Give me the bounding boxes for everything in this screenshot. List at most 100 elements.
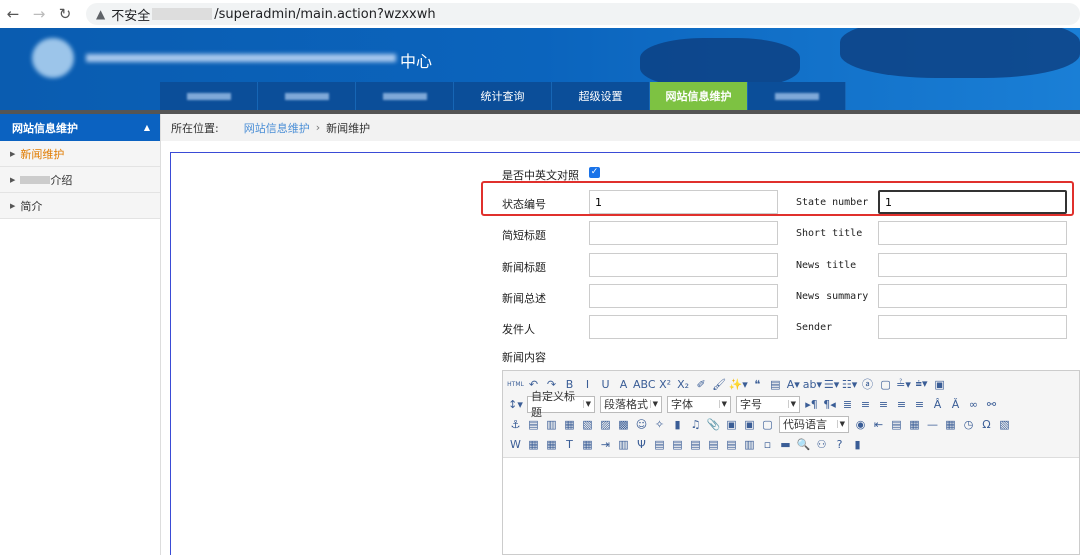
toolbar-button-icon[interactable]: ▧	[579, 416, 596, 433]
toolbar-button-icon[interactable]: Ψ	[633, 436, 650, 453]
editor-content-area[interactable]	[503, 458, 1079, 558]
toolbar-button-icon[interactable]: ≟▾	[895, 376, 912, 393]
toolbar-button-icon[interactable]: W	[507, 436, 524, 453]
toolbar-button-icon[interactable]: ▤	[669, 436, 686, 453]
toolbar-button-icon[interactable]: U	[597, 376, 614, 393]
toolbar-button-icon[interactable]: ≡	[875, 396, 892, 413]
nav-tab[interactable]	[748, 82, 846, 110]
toolbar-dropdown[interactable]: 自定义标题 ▼	[527, 390, 595, 419]
toolbar-button-icon[interactable]: ▦	[579, 436, 596, 453]
toolbar-button-icon[interactable]: ▤	[687, 436, 704, 453]
toolbar-button-icon[interactable]: ▢	[877, 376, 894, 393]
summary-cn-input[interactable]	[589, 284, 778, 308]
toolbar-button-icon[interactable]: ☺	[633, 416, 650, 433]
reload-icon[interactable]: ↻	[52, 5, 78, 23]
nav-tab-site-info[interactable]: 网站信息维护	[650, 82, 748, 110]
toolbar-button-icon[interactable]: ▮	[849, 436, 866, 453]
toolbar-button-icon[interactable]: ▥	[741, 436, 758, 453]
toolbar-button-icon[interactable]: X²	[657, 376, 674, 393]
short-en-input[interactable]	[878, 221, 1067, 245]
sidebar-header[interactable]: 网站信息维护 ▲	[0, 114, 160, 141]
toolbar-button-icon[interactable]: ☷▾	[841, 376, 858, 393]
toolbar-button-icon[interactable]: ◉	[852, 416, 869, 433]
toolbar-button-icon[interactable]: Ω	[978, 416, 995, 433]
toolbar-button-icon[interactable]: ▸¶	[803, 396, 820, 413]
toolbar-button-icon[interactable]: ≡	[857, 396, 874, 413]
forward-icon[interactable]: →	[26, 5, 52, 23]
toolbar-button-icon[interactable]: ▦	[543, 436, 560, 453]
toolbar-button-icon[interactable]: T	[561, 436, 578, 453]
nav-tab-super-settings[interactable]: 超级设置	[552, 82, 650, 110]
toolbar-button-icon[interactable]: ✐	[693, 376, 710, 393]
toolbar-button-icon[interactable]: A	[615, 376, 632, 393]
sidebar-item-news[interactable]: ▶ 新闻维护	[0, 141, 160, 167]
nav-tab[interactable]	[258, 82, 356, 110]
toolbar-button-icon[interactable]: ⇥	[597, 436, 614, 453]
sender-cn-input[interactable]	[589, 315, 778, 339]
toolbar-button-icon[interactable]: ▮	[669, 416, 686, 433]
summary-en-input[interactable]	[878, 284, 1067, 308]
toolbar-button-icon[interactable]: ⚇	[813, 436, 830, 453]
toolbar-button-icon[interactable]: ▣	[741, 416, 758, 433]
nav-tab[interactable]	[160, 82, 258, 110]
toolbar-button-icon[interactable]: ⓐ	[859, 376, 876, 393]
toolbar-button-icon[interactable]: ▣	[931, 376, 948, 393]
state-cn-input[interactable]	[589, 190, 778, 214]
toolbar-button-icon[interactable]: 📎	[705, 416, 722, 433]
toolbar-button-icon[interactable]: ✨▾	[729, 376, 748, 393]
toolbar-button-icon[interactable]: ▦	[525, 436, 542, 453]
toolbar-dropdown[interactable]: 段落格式 ▼	[600, 395, 662, 413]
sender-en-input[interactable]	[878, 315, 1067, 339]
toolbar-button-icon[interactable]: Ǎ	[947, 396, 964, 413]
toolbar-button-icon[interactable]: ▦	[906, 416, 923, 433]
toolbar-button-icon[interactable]: ❝	[749, 376, 766, 393]
toolbar-button-icon[interactable]: ▧	[996, 416, 1013, 433]
toolbar-button-icon[interactable]: ♫	[687, 416, 704, 433]
toolbar-button-icon[interactable]: ¶◂	[821, 396, 838, 413]
bilingual-checkbox[interactable]: ✓	[589, 167, 600, 178]
breadcrumb-link[interactable]: 网站信息维护	[244, 120, 310, 136]
toolbar-button-icon[interactable]: ▥	[543, 416, 560, 433]
toolbar-button-icon[interactable]: ⇤	[870, 416, 887, 433]
toolbar-button-icon[interactable]: ▢	[759, 416, 776, 433]
toolbar-button-icon[interactable]: ABC	[633, 376, 656, 393]
toolbar-button-icon[interactable]: ✧	[651, 416, 668, 433]
toolbar-button-icon[interactable]: ⚓	[507, 416, 524, 433]
toolbar-button-icon[interactable]: ▥	[615, 436, 632, 453]
toolbar-dropdown[interactable]: 字体 ▼	[667, 395, 731, 413]
nav-tab[interactable]	[356, 82, 454, 110]
toolbar-button-icon[interactable]: ▦	[942, 416, 959, 433]
title-cn-input[interactable]	[589, 253, 778, 277]
title-en-input[interactable]	[878, 253, 1067, 277]
toolbar-button-icon[interactable]: ▤	[888, 416, 905, 433]
state-en-input[interactable]	[878, 190, 1067, 214]
toolbar-button-icon[interactable]: ◷	[960, 416, 977, 433]
toolbar-button-icon[interactable]: 🔍	[795, 436, 812, 453]
toolbar-button-icon[interactable]: —	[924, 416, 941, 433]
toolbar-button-icon[interactable]: HTML	[507, 376, 524, 393]
toolbar-button-icon[interactable]: ☰▾	[823, 376, 840, 393]
toolbar-button-icon[interactable]: ≡	[911, 396, 928, 413]
short-cn-input[interactable]	[589, 221, 778, 245]
toolbar-button-icon[interactable]: ▣	[723, 416, 740, 433]
toolbar-button-icon[interactable]: ?	[831, 436, 848, 453]
toolbar-button-icon[interactable]: ≡	[893, 396, 910, 413]
toolbar-button-icon[interactable]: ▤	[651, 436, 668, 453]
toolbar-button-icon[interactable]: ▤	[705, 436, 722, 453]
toolbar-button-icon[interactable]: ⚯	[983, 396, 1000, 413]
toolbar-button-icon[interactable]: ▤	[723, 436, 740, 453]
toolbar-button-icon[interactable]: ▬	[777, 436, 794, 453]
toolbar-dropdown[interactable]: 字号 ▼	[736, 395, 800, 413]
address-bar[interactable]: ▲ 不安全 /superadmin/main.action?wzxxwh	[86, 3, 1080, 25]
nav-tab-stats[interactable]: 统计查询	[454, 82, 552, 110]
toolbar-button-icon[interactable]: A▾	[785, 376, 802, 393]
toolbar-button-icon[interactable]: ▤	[525, 416, 542, 433]
toolbar-button-icon[interactable]: ▦	[561, 416, 578, 433]
toolbar-button-icon[interactable]: ▫	[759, 436, 776, 453]
back-icon[interactable]: ←	[0, 5, 26, 23]
toolbar-button-icon[interactable]: ∞	[965, 396, 982, 413]
toolbar-button-icon[interactable]: ≣	[839, 396, 856, 413]
collapse-icon[interactable]: ▲	[144, 123, 150, 132]
toolbar-button-icon[interactable]: ↕▾	[507, 396, 524, 413]
toolbar-button-icon[interactable]: ▩	[615, 416, 632, 433]
